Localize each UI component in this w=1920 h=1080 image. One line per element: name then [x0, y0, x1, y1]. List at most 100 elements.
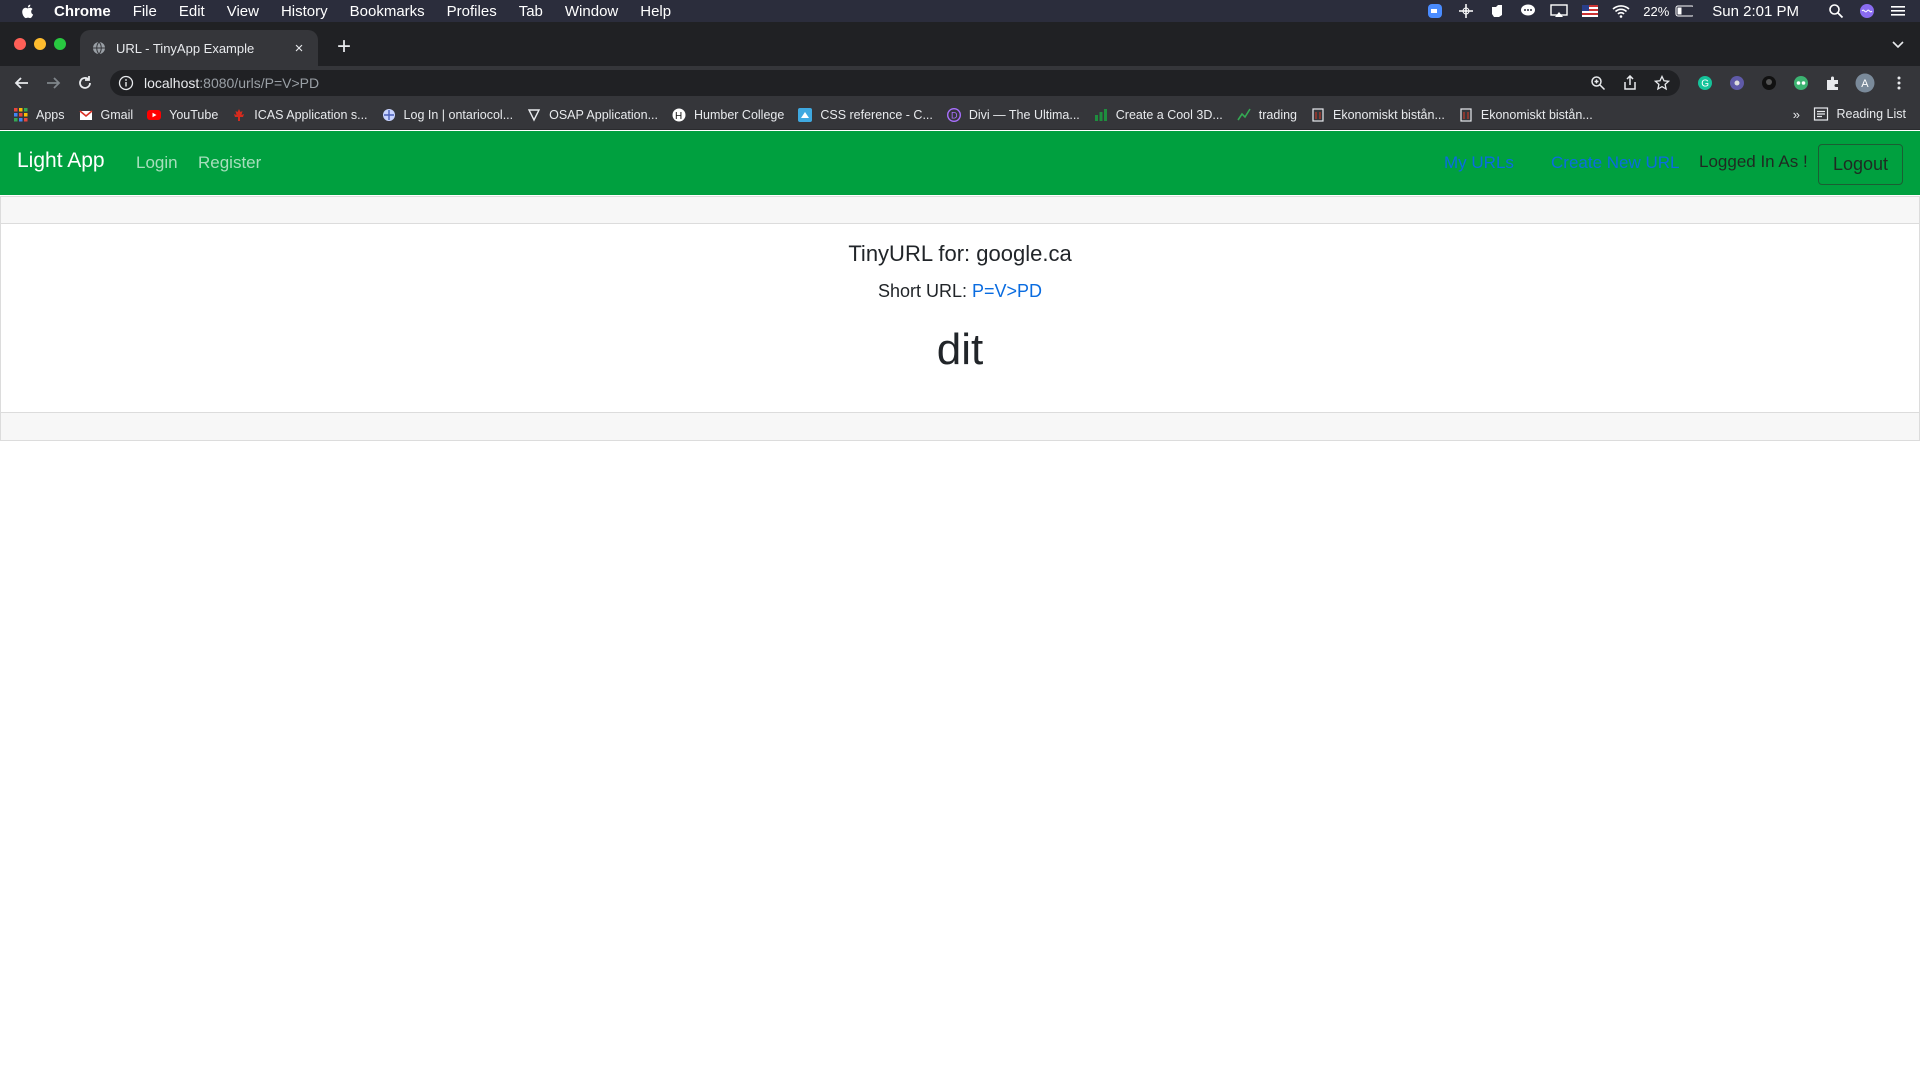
- macos-menu-bar: Chrome File Edit View History Bookmarks …: [0, 0, 1920, 22]
- bookmark-label: OSAP Application...: [549, 107, 658, 122]
- humber-logo-icon: H: [672, 108, 686, 122]
- extension-dark-icon[interactable]: [1759, 73, 1779, 93]
- url-card: TinyURL for: google.ca Short URL: P=V>PD…: [0, 196, 1920, 441]
- site-info-icon[interactable]: [118, 75, 134, 91]
- app-navbar: Light App Login Register My URLs Create …: [0, 131, 1920, 195]
- apple-icon[interactable]: [20, 3, 36, 19]
- short-url-link[interactable]: P=V>PD: [972, 281, 1042, 301]
- bookmark-trading[interactable]: trading: [1237, 108, 1297, 122]
- bookmark-humber[interactable]: H Humber College: [672, 108, 784, 122]
- maple-leaf-icon: [232, 108, 246, 122]
- bookmark-label: Log In | ontariocol...: [403, 107, 514, 122]
- share-icon[interactable]: [1622, 75, 1638, 91]
- menu-app-name[interactable]: Chrome: [54, 3, 111, 20]
- bookmark-star-icon[interactable]: [1654, 75, 1670, 91]
- tab-title: URL - TinyApp Example: [116, 40, 255, 56]
- menu-view[interactable]: View: [227, 3, 259, 20]
- bookmark-apps[interactable]: Apps: [14, 107, 65, 122]
- svg-text:A: A: [1861, 78, 1869, 90]
- bookmark-label: Apps: [36, 107, 65, 122]
- reading-list-label: Reading List: [1836, 107, 1907, 121]
- youtube-icon: [147, 108, 162, 122]
- bookmark-divi[interactable]: D Divi — The Ultima...: [946, 108, 1080, 122]
- extension-circle-icon[interactable]: [1727, 73, 1747, 93]
- bookmark-gmail[interactable]: Gmail: [78, 107, 134, 122]
- bookmark-label: CSS reference - C...: [820, 107, 933, 122]
- control-center-icon[interactable]: [1889, 4, 1907, 18]
- nav-login-link[interactable]: Login: [136, 153, 178, 173]
- menu-tab[interactable]: Tab: [519, 3, 543, 20]
- globe-icon: [92, 41, 106, 55]
- sparkle-icon: [382, 108, 396, 122]
- bookmark-label: trading: [1258, 107, 1298, 122]
- zoom-icon[interactable]: [1590, 75, 1606, 91]
- menu-window[interactable]: Window: [565, 3, 618, 20]
- bookmark-ontariocolleges[interactable]: Log In | ontariocol...: [382, 107, 514, 122]
- grammarly-icon[interactable]: G: [1695, 73, 1715, 93]
- tab-strip: URL - TinyApp Example × +: [0, 22, 1920, 66]
- forward-arrow-icon[interactable]: [43, 73, 63, 93]
- bookmark-label: Gmail: [100, 107, 134, 122]
- bookmark-create-3d[interactable]: Create a Cool 3D...: [1094, 108, 1223, 122]
- bookmark-icas[interactable]: ICAS Application s...: [232, 107, 368, 122]
- menu-file[interactable]: File: [133, 3, 157, 20]
- reading-list-button[interactable]: Reading List: [1813, 106, 1907, 122]
- apps-grid-icon: [14, 107, 28, 122]
- tab-search-chevron-icon[interactable]: [1890, 36, 1906, 52]
- tab-close-icon[interactable]: ×: [290, 40, 308, 57]
- bookmark-label: YouTube: [169, 107, 219, 122]
- new-tab-button[interactable]: +: [330, 34, 358, 62]
- extension-green-icon[interactable]: [1791, 73, 1811, 93]
- battery-icon[interactable]: [1675, 4, 1694, 18]
- menu-help[interactable]: Help: [640, 3, 671, 20]
- reload-icon[interactable]: [75, 73, 95, 93]
- wifi-icon[interactable]: [1612, 4, 1630, 18]
- minimize-window-button[interactable]: [34, 38, 46, 50]
- bookmark-osap[interactable]: OSAP Application...: [527, 108, 658, 122]
- bookmark-ekonomiskt-2[interactable]: Ekonomiskt bistån...: [1459, 108, 1593, 122]
- chrome-menu-icon[interactable]: [1889, 73, 1909, 93]
- menu-edit[interactable]: Edit: [179, 3, 205, 20]
- siri-icon[interactable]: [1858, 4, 1876, 18]
- window-controls: [14, 38, 74, 50]
- nav-register-link[interactable]: Register: [198, 153, 261, 173]
- bookmark-css-reference[interactable]: CSS reference - C...: [798, 107, 933, 122]
- svg-text:G: G: [1701, 79, 1709, 90]
- profile-avatar[interactable]: A: [1855, 73, 1875, 93]
- menubar-clock[interactable]: Sun 2:01 PM: [1712, 3, 1799, 20]
- edit-heading: dit: [936, 325, 984, 374]
- evernote-icon[interactable]: [1488, 4, 1506, 18]
- bookmark-label: Humber College: [694, 107, 785, 122]
- menu-bookmarks[interactable]: Bookmarks: [350, 3, 425, 20]
- zoom-window-button[interactable]: [54, 38, 66, 50]
- zoom-meeting-icon[interactable]: [1426, 4, 1444, 18]
- us-flag-icon[interactable]: [1581, 4, 1599, 18]
- brand-link[interactable]: Light App: [17, 149, 105, 173]
- gmail-icon: [78, 108, 93, 122]
- nav-my-urls-link[interactable]: My URLs: [1444, 153, 1514, 173]
- chart-green-icon: [1094, 108, 1108, 122]
- extensions-puzzle-icon[interactable]: [1823, 73, 1843, 93]
- bookmark-label: Ekonomiskt bistån...: [1333, 107, 1445, 122]
- battery-percent: 22%: [1643, 3, 1670, 19]
- active-tab[interactable]: URL - TinyApp Example ×: [80, 30, 318, 66]
- csn-logo-icon: [1311, 107, 1325, 122]
- close-window-button[interactable]: [14, 38, 26, 50]
- nav-create-new-url-link[interactable]: Create New URL: [1551, 153, 1680, 173]
- logged-in-status: Logged In As !: [1699, 152, 1808, 171]
- trillium-icon: [527, 108, 541, 122]
- bookmark-youtube[interactable]: YouTube: [147, 108, 218, 122]
- move-icon[interactable]: [1457, 4, 1475, 18]
- bookmark-label: ICAS Application s...: [254, 107, 368, 122]
- bookmark-ekonomiskt-1[interactable]: Ekonomiskt bistån...: [1311, 108, 1445, 122]
- menu-history[interactable]: History: [281, 3, 328, 20]
- logout-button[interactable]: Logout: [1818, 144, 1903, 185]
- spotlight-search-icon[interactable]: [1827, 4, 1845, 19]
- more-bookmarks-icon[interactable]: »: [1793, 107, 1800, 122]
- chat-bubble-icon[interactable]: [1519, 4, 1537, 18]
- address-bar[interactable]: localhost:8080/urls/P=V>PD: [110, 70, 1680, 96]
- back-arrow-icon[interactable]: [12, 73, 32, 93]
- csn-logo-icon: [1459, 107, 1473, 122]
- menu-profiles[interactable]: Profiles: [447, 3, 497, 20]
- airplay-icon[interactable]: [1550, 4, 1568, 18]
